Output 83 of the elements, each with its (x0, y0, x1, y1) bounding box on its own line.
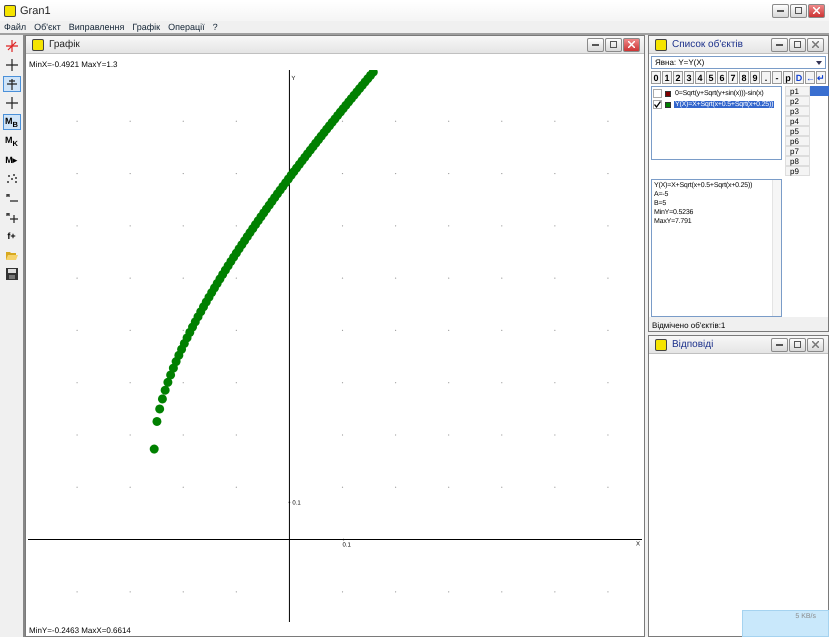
minimize-button[interactable] (771, 338, 788, 352)
keypad-key[interactable]: 1 (662, 71, 672, 84)
maximize-button[interactable] (790, 4, 807, 18)
minimize-icon (776, 43, 783, 46)
maximize-icon (794, 41, 801, 48)
checkmark-icon (654, 101, 661, 108)
app-icon (4, 4, 16, 16)
checkbox[interactable] (653, 89, 662, 98)
folder-icon (6, 249, 18, 261)
parameter-tab[interactable]: p7 (785, 146, 810, 156)
keypad-key[interactable]: 0 (651, 71, 661, 84)
close-button[interactable] (807, 338, 824, 352)
minimize-button[interactable] (771, 38, 788, 52)
keypad-key[interactable]: 5 (706, 71, 716, 84)
parameter-tab[interactable]: p1 (785, 86, 810, 96)
status-text: Відмічено об'єктів:1 (649, 317, 828, 331)
maximize-icon (794, 341, 801, 348)
dropdown-arrow-icon (816, 60, 822, 64)
toolbar-button[interactable]: M▸ (2, 152, 20, 168)
keypad-key[interactable]: 8 (739, 71, 749, 84)
close-button[interactable] (623, 38, 640, 52)
maximize-button[interactable] (789, 38, 806, 52)
menu-item[interactable]: Об'єкт (34, 22, 61, 32)
keypad-key[interactable]: - (772, 71, 782, 84)
plus-icon (6, 211, 18, 223)
mode-dropdown[interactable]: Явна: Y=Y(X) (651, 56, 826, 69)
toolbar-button[interactable]: M$_{K}$ (2, 133, 20, 149)
app-icon (655, 38, 667, 50)
keypad-key[interactable]: 4 (695, 71, 705, 84)
maximize-icon (610, 41, 617, 48)
parameter-tab[interactable]: p3 (785, 106, 810, 116)
window-title: Список об'єктів (672, 39, 744, 50)
app-icon (655, 338, 667, 350)
close-button[interactable] (807, 38, 824, 52)
parameter-tab[interactable]: p4 (785, 116, 810, 126)
close-icon (812, 41, 819, 48)
keypad-key[interactable]: 6 (717, 71, 727, 84)
parameter-tab[interactable]: p5 (785, 126, 810, 136)
maximize-icon (795, 7, 802, 14)
window-title: Gran1 (20, 4, 52, 16)
menu-item[interactable]: ? (212, 22, 218, 32)
close-button[interactable] (808, 4, 825, 18)
minimize-icon (777, 9, 784, 12)
toolbar-button[interactable] (2, 76, 20, 92)
minimize-icon (592, 43, 599, 46)
close-icon (628, 41, 635, 48)
keypad-key[interactable]: ↵ (816, 71, 826, 84)
minimize-button[interactable] (587, 38, 604, 52)
parameter-tab[interactable]: p9 (785, 166, 810, 176)
parameter-tab[interactable]: p6 (785, 136, 810, 146)
axes-icon (6, 40, 18, 52)
keypad-key[interactable]: . (761, 71, 771, 84)
keypad-key[interactable]: ← (805, 71, 815, 84)
minimize-button[interactable] (772, 4, 789, 18)
keypad-key[interactable]: 3 (684, 71, 694, 84)
window-title: Графік (49, 39, 81, 50)
scatter-icon (6, 173, 18, 185)
toolbar-button[interactable]: f+ (2, 228, 20, 244)
menu-item[interactable]: Файл (4, 22, 26, 32)
close-icon (812, 341, 819, 348)
menu-item[interactable]: Операції (168, 22, 205, 32)
minimize-icon (776, 343, 783, 346)
window-title: Відповіді (672, 339, 714, 350)
app-icon (32, 38, 44, 50)
parameter-tab[interactable]: p2 (785, 96, 810, 106)
scrollbar[interactable] (772, 180, 781, 316)
minus-icon (6, 192, 18, 204)
keypad-key[interactable]: 7 (728, 71, 738, 84)
maximize-button[interactable] (789, 338, 806, 352)
maximize-button[interactable] (605, 38, 622, 52)
menu-item[interactable]: Виправлення (68, 22, 124, 32)
crosshair-icon (6, 97, 18, 109)
parameter-tab[interactable]: p8 (785, 156, 810, 166)
keypad-key[interactable]: 9 (750, 71, 760, 84)
crosshair-icon (6, 78, 18, 90)
checkbox[interactable] (653, 100, 662, 109)
toolbar-button[interactable]: M$_{B}$ (2, 114, 20, 130)
menu-item[interactable]: Графік (132, 22, 160, 32)
keypad-key[interactable]: D (794, 71, 804, 84)
keypad-key[interactable]: p (783, 71, 793, 84)
close-icon (813, 7, 820, 14)
keypad-key[interactable]: 2 (673, 71, 683, 84)
crosshair-icon (6, 59, 18, 71)
